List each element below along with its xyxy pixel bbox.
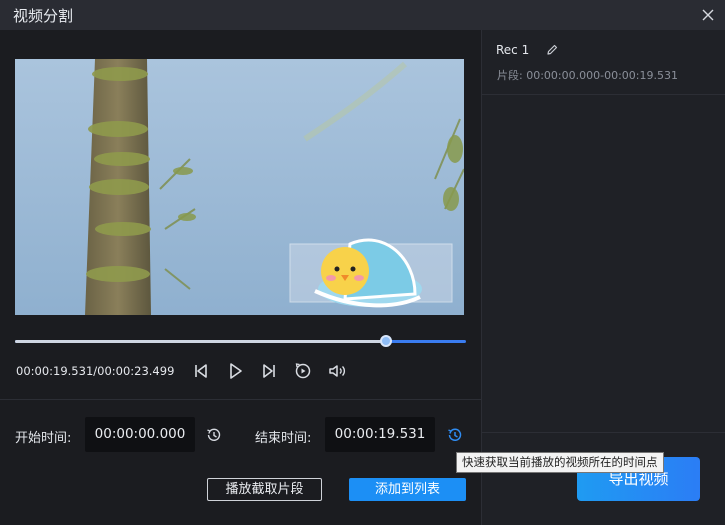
window-title: 视频分割 xyxy=(13,7,74,25)
end-time-input[interactable]: 00:00:19.531 xyxy=(325,417,435,452)
clip-name: Rec 1 xyxy=(496,43,530,57)
add-to-list-button[interactable]: 添加到列表 xyxy=(349,478,466,501)
tooltip: 快速获取当前播放的视频所在的时间点 xyxy=(456,452,664,473)
start-time-input[interactable]: 00:00:00.000 xyxy=(85,417,195,452)
title-bar: 视频分割 xyxy=(0,0,725,30)
start-time-label: 开始时间: xyxy=(15,431,72,446)
volume-icon[interactable] xyxy=(327,361,347,381)
clip-segment: 片段: 00:00:00.000-00:00:19.531 xyxy=(497,69,678,82)
progress-track[interactable] xyxy=(15,340,466,343)
progress-thumb[interactable] xyxy=(379,335,392,347)
close-icon[interactable] xyxy=(697,4,719,26)
pencil-icon[interactable] xyxy=(545,42,559,56)
next-icon[interactable] xyxy=(259,361,279,381)
panel-divider xyxy=(482,432,725,433)
progress-fill xyxy=(15,340,386,343)
previous-icon[interactable] xyxy=(191,361,211,381)
clip-list-panel xyxy=(481,30,725,525)
loop-icon[interactable] xyxy=(293,361,313,381)
section-divider xyxy=(0,399,481,400)
end-time-label: 结束时间: xyxy=(255,431,312,446)
list-item[interactable]: Rec 1 片段: 00:00:00.000-00:00:19.531 xyxy=(482,30,725,95)
playback-timecode: 00:00:19.531/00:00:23.499 xyxy=(16,364,175,378)
play-icon[interactable] xyxy=(225,361,245,381)
video-preview[interactable] xyxy=(15,59,464,315)
get-current-time-icon[interactable] xyxy=(446,426,464,444)
play-segment-button[interactable]: 播放截取片段 xyxy=(207,478,322,501)
get-current-time-icon[interactable] xyxy=(205,426,223,444)
